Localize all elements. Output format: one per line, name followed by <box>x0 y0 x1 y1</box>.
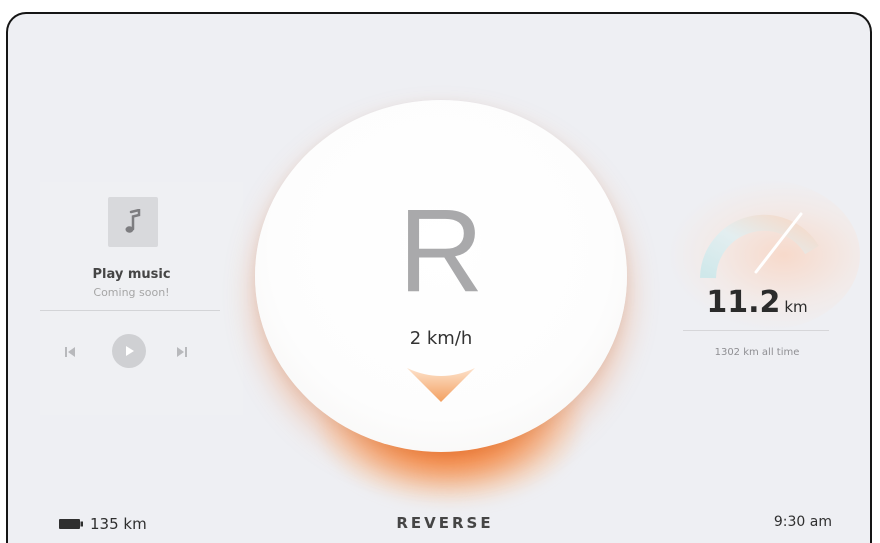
range-readout: 135 km <box>90 515 147 533</box>
drive-mode-label: REVERSE <box>396 514 494 532</box>
battery-icon <box>59 519 83 529</box>
gear-indicator: R <box>398 185 484 317</box>
chevron-down-icon[interactable] <box>405 364 477 406</box>
trip-divider <box>683 330 829 331</box>
skip-previous-button[interactable] <box>60 342 80 362</box>
skip-previous-icon <box>65 347 75 357</box>
trip-value: 11.2 <box>706 285 781 320</box>
music-panel: Play music Coming soon! <box>40 182 243 415</box>
gear-dial[interactable]: R 2 km/h <box>255 100 627 452</box>
music-note-icon <box>108 197 158 247</box>
speedometer-icon <box>700 212 819 279</box>
all-time-distance: 1302 km all time <box>714 347 800 358</box>
skip-next-button[interactable] <box>172 342 192 362</box>
skip-next-icon <box>177 347 187 357</box>
play-music-label: Play music <box>92 267 171 282</box>
trip-unit: km <box>784 298 808 316</box>
music-divider <box>40 310 220 311</box>
play-button[interactable] <box>112 334 146 368</box>
clock: 9:30 am <box>773 514 832 530</box>
coming-soon-label: Coming soon! <box>93 286 170 299</box>
trip-distance: 11.2 km <box>682 285 832 320</box>
play-icon <box>126 346 134 356</box>
speed-readout: 2 km/h <box>409 328 473 349</box>
